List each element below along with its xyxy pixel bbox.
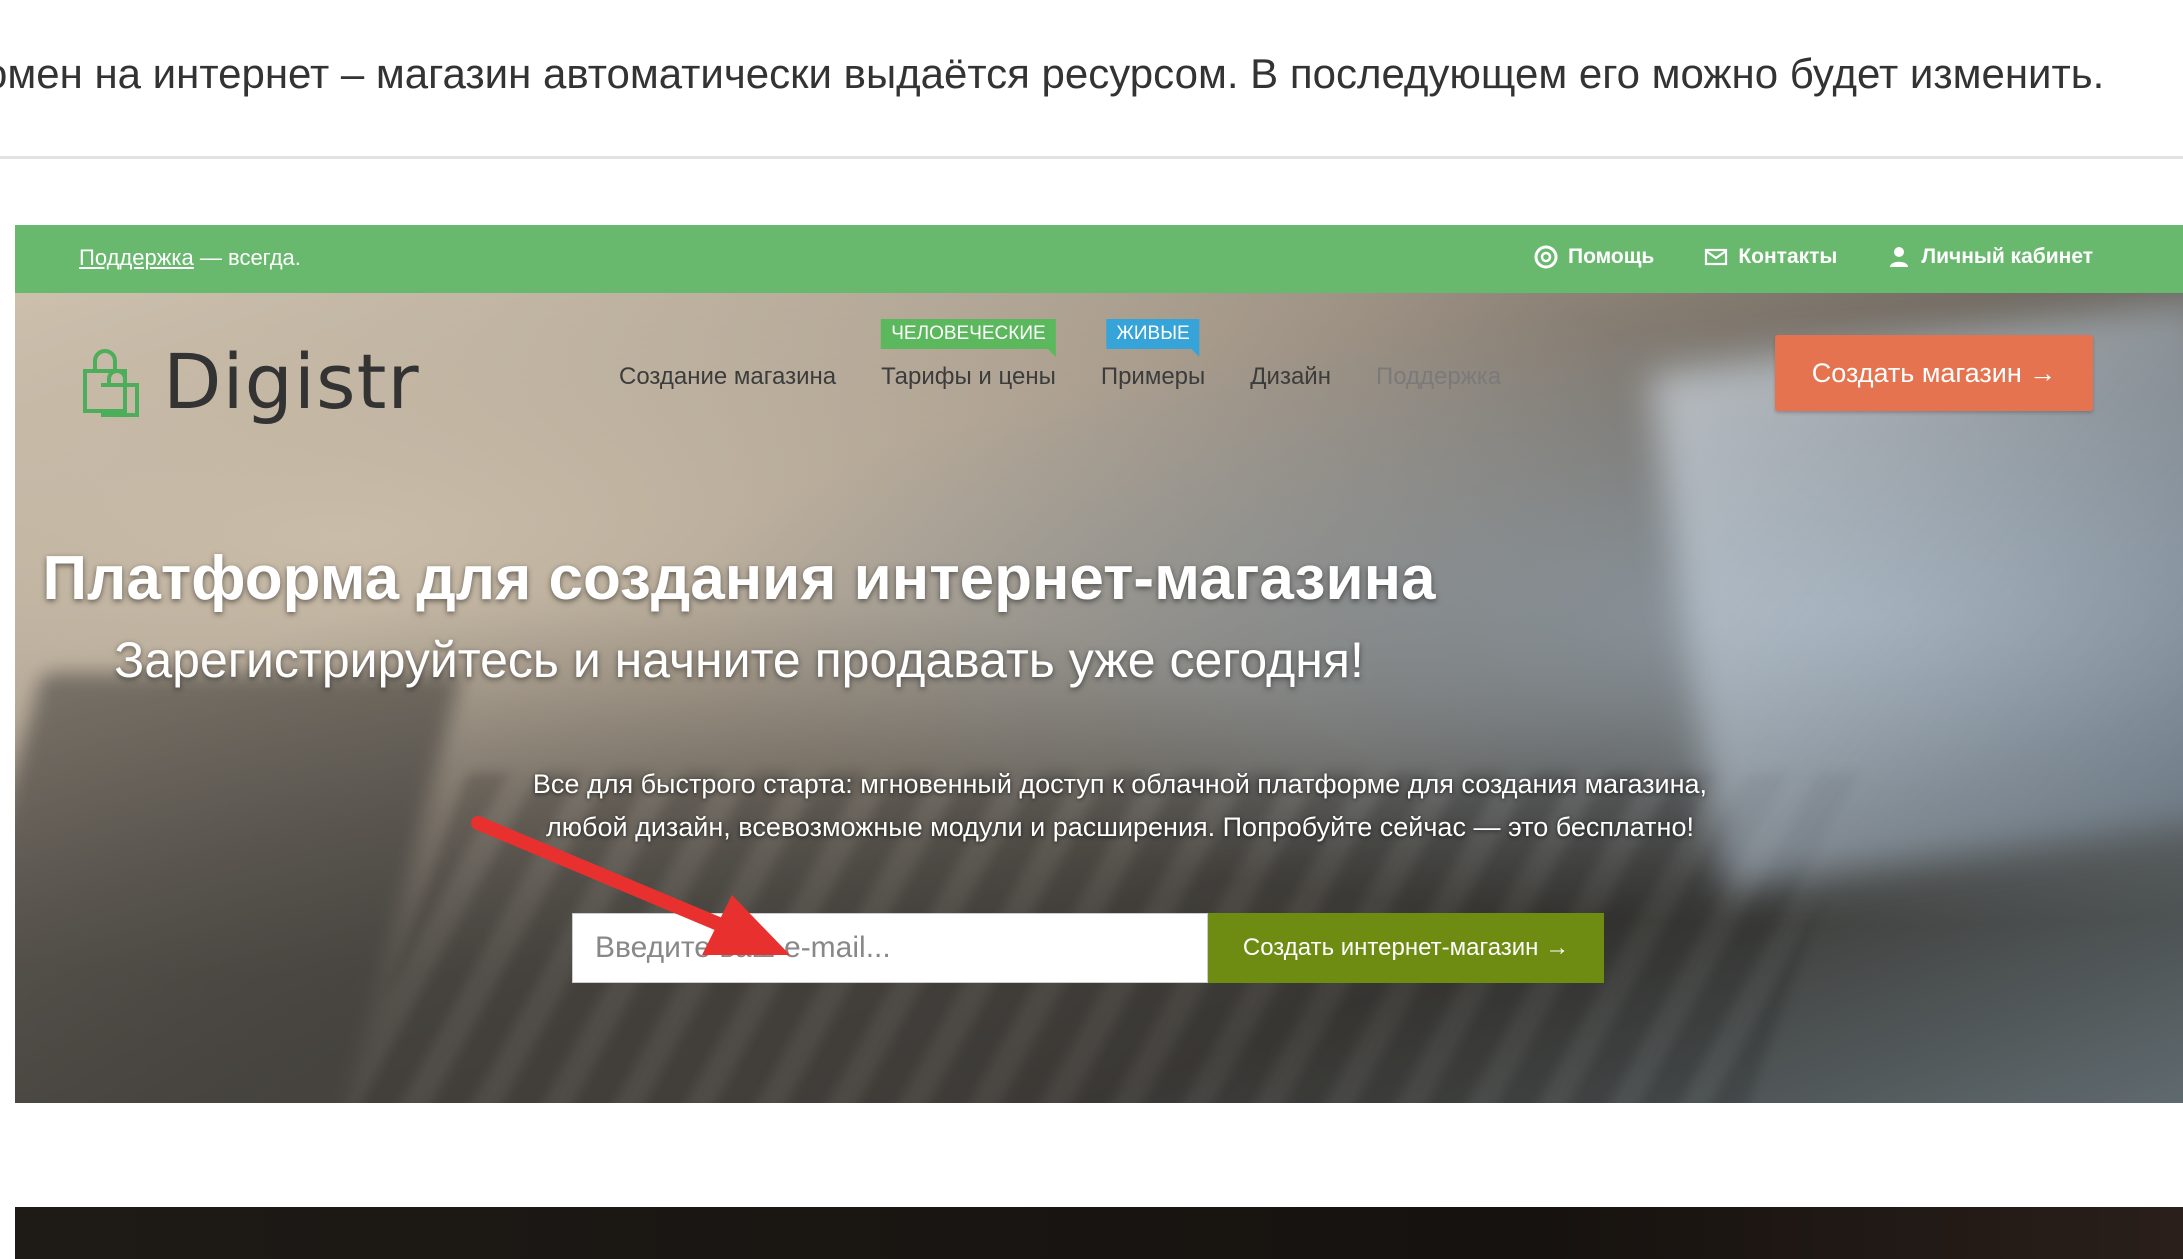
support-suffix: — всегда. [193, 245, 301, 270]
nav-item-pricing[interactable]: ЧЕЛОВЕЧЕСКИЕ Тарифы и цены [881, 319, 1057, 391]
contacts-label: Контакты [1738, 245, 1838, 268]
hero-title: Платформа для создания интернет-магазина [42, 544, 1436, 613]
create-online-store-button[interactable]: Создать интернет-магазин → [1208, 913, 1604, 983]
contacts-link[interactable]: Контакты [1704, 245, 1837, 269]
next-section-preview [15, 1207, 2183, 1259]
support-note: Поддержка — всегда. [79, 245, 301, 271]
nav-item-examples[interactable]: ЖИВЫЕ Примеры [1100, 319, 1206, 391]
lifebuoy-icon [1534, 245, 1558, 269]
nav-label: Дизайн [1250, 363, 1331, 390]
nav-tag-badge: ЖИВЫЕ [1106, 319, 1201, 357]
user-icon [1890, 247, 1909, 267]
support-link[interactable]: Поддержка [79, 245, 194, 270]
divider [0, 156, 2183, 159]
nav-item-support[interactable]: Поддержка [1376, 363, 1501, 391]
shopping-bag-icon [83, 348, 139, 417]
envelope-icon [1705, 248, 1728, 266]
top-links: Помощь Контакты Личный кабинет [1534, 245, 2093, 269]
hero-description-line: любой дизайн, всевозможные модули и расш… [546, 812, 1694, 842]
nav-label: Примеры [1100, 363, 1206, 390]
hero-description-line: Все для быстрого старта: мгновенный дост… [532, 769, 1708, 799]
main-nav: Создание магазина ЧЕЛОВЕЧЕСКИЕ Тарифы и … [619, 319, 1501, 391]
nav-tag-badge: ЧЕЛОВЕЧЕСКИЕ [881, 319, 1057, 357]
hero-subtitle: Зарегистрируйтесь и начните продавать уж… [114, 632, 1364, 688]
hero-description: Все для быстрого старта: мгновенный дост… [475, 763, 1765, 849]
site-logo[interactable]: Digistr [79, 337, 420, 426]
hero-section: Digistr Создание магазина ЧЕЛОВЕЧЕСКИЕ Т… [15, 293, 2183, 1103]
account-label: Личный кабинет [1921, 245, 2093, 268]
nav-label: Тарифы и цены [881, 363, 1056, 390]
email-input[interactable] [572, 913, 1208, 983]
help-link[interactable]: Помощь [1534, 245, 1654, 269]
help-label: Помощь [1567, 245, 1655, 268]
nav-label: Создание магазина [619, 363, 837, 390]
nav-item-design[interactable]: Дизайн [1250, 363, 1331, 391]
logo-text: Digistr [163, 337, 420, 426]
nav-item-create-store[interactable]: Создание магазина [619, 363, 836, 391]
account-link[interactable]: Личный кабинет [1887, 245, 2093, 269]
top-bar: Поддержка — всегда. Помощь Контакты Личн… [15, 225, 2183, 293]
article-paragraph: омен на интернет – магазин автоматически… [0, 50, 2105, 97]
create-store-button[interactable]: Создать магазин → [1775, 335, 2093, 411]
nav-label: Поддержка [1375, 363, 1502, 390]
signup-form: Создать интернет-магазин → [572, 913, 1604, 983]
site-screenshot: Поддержка — всегда. Помощь Контакты Личн… [15, 225, 2183, 1103]
